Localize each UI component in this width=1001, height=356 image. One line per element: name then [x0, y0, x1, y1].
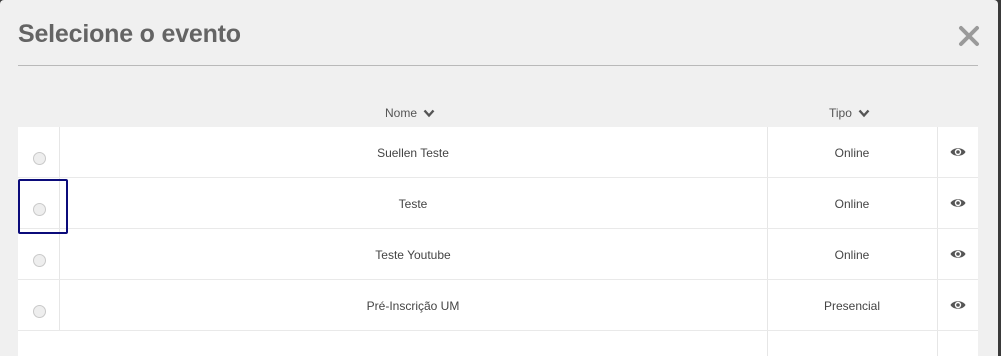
cell-tipo: Online: [767, 178, 938, 228]
title-divider: [18, 65, 978, 66]
view-event-button[interactable]: [937, 178, 978, 228]
close-icon: [959, 26, 979, 46]
table-row[interactable]: Suellen Teste Online: [18, 127, 978, 178]
eye-icon: [950, 250, 965, 258]
table-row[interactable]: Teste Online: [18, 178, 978, 229]
table-row[interactable]: Pré-Inscrição UM Presencial: [18, 280, 978, 331]
cell-tipo: Presencial: [767, 280, 938, 330]
column-divider: [767, 331, 768, 356]
event-radio[interactable]: [33, 305, 46, 318]
event-name: Pré-Inscrição UM: [366, 299, 460, 313]
eye-icon: [950, 301, 965, 309]
column-header-label: Nome: [385, 106, 418, 120]
cell-tipo: Online: [767, 127, 938, 177]
view-event-button[interactable]: [937, 280, 978, 330]
event-radio[interactable]: [33, 254, 46, 267]
row-select-cell[interactable]: [18, 127, 60, 177]
event-type: Presencial: [823, 299, 881, 313]
chevron-down-icon: [423, 109, 435, 117]
cell-nome: Pré-Inscrição UM: [59, 280, 768, 330]
eye-icon: [950, 148, 965, 156]
table-row[interactable]: Teste Youtube Online: [18, 229, 978, 280]
column-header-nome[interactable]: Nome: [385, 106, 435, 120]
events-table: Suellen Teste Online Teste Online Teste …: [18, 127, 978, 356]
column-divider: [937, 331, 938, 356]
column-header-tipo[interactable]: Tipo: [829, 106, 870, 120]
close-button[interactable]: [955, 22, 983, 50]
row-select-cell[interactable]: [18, 229, 60, 279]
event-name: Suellen Teste: [377, 146, 449, 160]
view-event-button[interactable]: [937, 229, 978, 279]
keyboard-focus-outline: [18, 179, 68, 234]
eye-icon: [950, 199, 965, 207]
event-name: Teste Youtube: [375, 248, 451, 262]
event-radio[interactable]: [33, 152, 46, 165]
column-header-label: Tipo: [829, 106, 852, 120]
cell-nome: Teste Youtube: [59, 229, 768, 279]
modal-title: Selecione o evento: [18, 20, 241, 48]
cell-nome: Suellen Teste: [59, 127, 768, 177]
event-type: Online: [834, 146, 870, 160]
chevron-down-icon: [858, 109, 870, 117]
event-type: Online: [834, 197, 870, 211]
cell-tipo: Online: [767, 229, 938, 279]
select-event-modal: Selecione o evento Nome Tipo Suellen Tes…: [0, 0, 998, 356]
cell-nome: Teste: [59, 178, 768, 228]
event-name: Teste: [398, 197, 428, 211]
view-event-button[interactable]: [937, 127, 978, 177]
event-type: Online: [834, 248, 870, 262]
row-select-cell[interactable]: [18, 280, 60, 330]
